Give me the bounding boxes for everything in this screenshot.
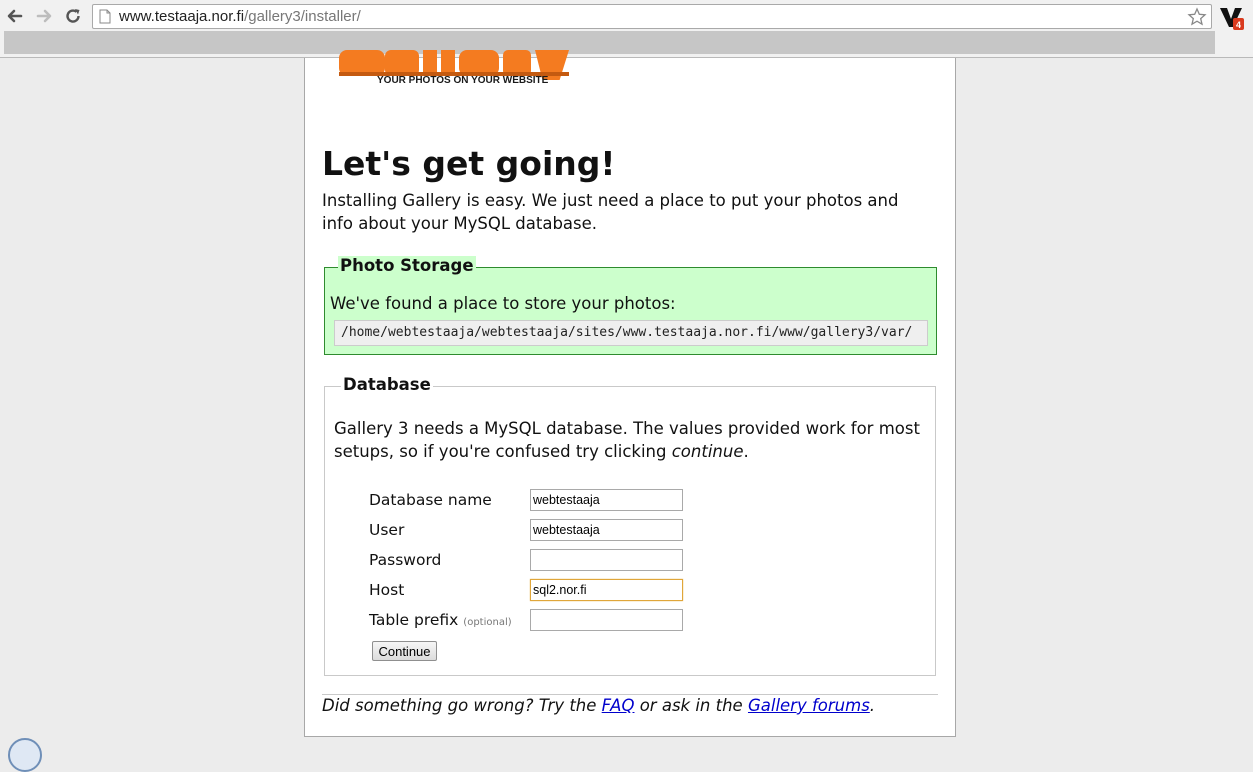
footer-text-end: .: [869, 696, 876, 715]
forward-button[interactable]: [33, 5, 55, 27]
footer-divider: [322, 694, 938, 695]
photo-storage-fieldset: Photo Storage We've found a place to sto…: [324, 256, 937, 355]
reload-button[interactable]: [62, 5, 84, 27]
continue-button[interactable]: Continue: [372, 641, 437, 661]
form-row-database-name: Database name: [369, 489, 689, 513]
help-footer: Did something go wrong? Try the FAQ or a…: [322, 696, 875, 715]
reload-icon: [66, 9, 80, 23]
extension-icon[interactable]: 4: [1219, 5, 1245, 31]
optional-hint: (optional): [463, 617, 512, 628]
database-description-end: .: [743, 442, 749, 461]
password-input[interactable]: [530, 549, 683, 571]
host-label: Host: [369, 581, 405, 599]
logo-tagline: YOUR PHOTOS ON YOUR WEBSITE: [377, 75, 549, 86]
photo-storage-found-text: We've found a place to store your photos…: [330, 294, 676, 313]
table-prefix-label-text: Table prefix: [369, 611, 459, 629]
back-button[interactable]: [4, 5, 26, 27]
database-fieldset: Database Gallery 3 needs a MySQL databas…: [324, 375, 936, 676]
form-row-table-prefix: Table prefix (optional): [369, 609, 689, 633]
address-bar[interactable]: www.testaaja.nor.fi/gallery3/installer/: [92, 4, 1212, 29]
footer-text-start: Did something go wrong? Try the: [322, 696, 602, 715]
database-name-label: Database name: [369, 491, 492, 509]
form-row-host: Host: [369, 579, 689, 603]
forward-arrow-icon: [36, 9, 52, 23]
corner-widget-icon: [8, 738, 42, 772]
photo-storage-path: /home/webtestaaja/webtestaaja/sites/www.…: [334, 320, 928, 346]
form-row-user: User: [369, 519, 689, 543]
password-label: Password: [369, 551, 442, 569]
database-name-input[interactable]: [530, 489, 683, 511]
url-path: /gallery3/installer/: [244, 8, 361, 25]
url-host: www.testaaja.nor.fi: [119, 8, 245, 25]
photo-storage-legend: Photo Storage: [338, 256, 476, 275]
host-input[interactable]: [530, 579, 683, 601]
bookmark-bar: [4, 31, 1215, 54]
database-description: Gallery 3 needs a MySQL database. The va…: [334, 417, 924, 463]
form-row-password: Password: [369, 549, 689, 573]
url-text: www.testaaja.nor.fi/gallery3/installer/: [119, 8, 361, 25]
user-input[interactable]: [530, 519, 683, 541]
installer-panel: YOUR PHOTOS ON YOUR WEBSITE Let's get go…: [304, 50, 956, 737]
footer-text-middle: or ask in the: [634, 696, 748, 715]
faq-link[interactable]: FAQ: [602, 696, 635, 715]
user-label: User: [369, 521, 405, 539]
table-prefix-input[interactable]: [530, 609, 683, 631]
page-title: Let's get going!: [322, 144, 616, 183]
page-icon: [99, 9, 111, 24]
bookmark-star-icon[interactable]: [1187, 7, 1207, 27]
back-arrow-icon: [7, 9, 23, 23]
table-prefix-label: Table prefix (optional): [369, 611, 512, 629]
database-description-text: Gallery 3 needs a MySQL database. The va…: [334, 419, 920, 461]
browser-toolbar: www.testaaja.nor.fi/gallery3/installer/ …: [0, 0, 1253, 58]
gallery-forums-link[interactable]: Gallery forums: [748, 696, 870, 715]
database-description-continue: continue: [671, 442, 744, 461]
svg-text:4: 4: [1236, 20, 1241, 30]
intro-text: Installing Gallery is easy. We just need…: [322, 191, 899, 233]
extension-badge-icon: 4: [1220, 8, 1244, 30]
gallery-logo: YOUR PHOTOS ON YOUR WEBSITE: [333, 50, 573, 98]
database-legend: Database: [341, 375, 433, 394]
